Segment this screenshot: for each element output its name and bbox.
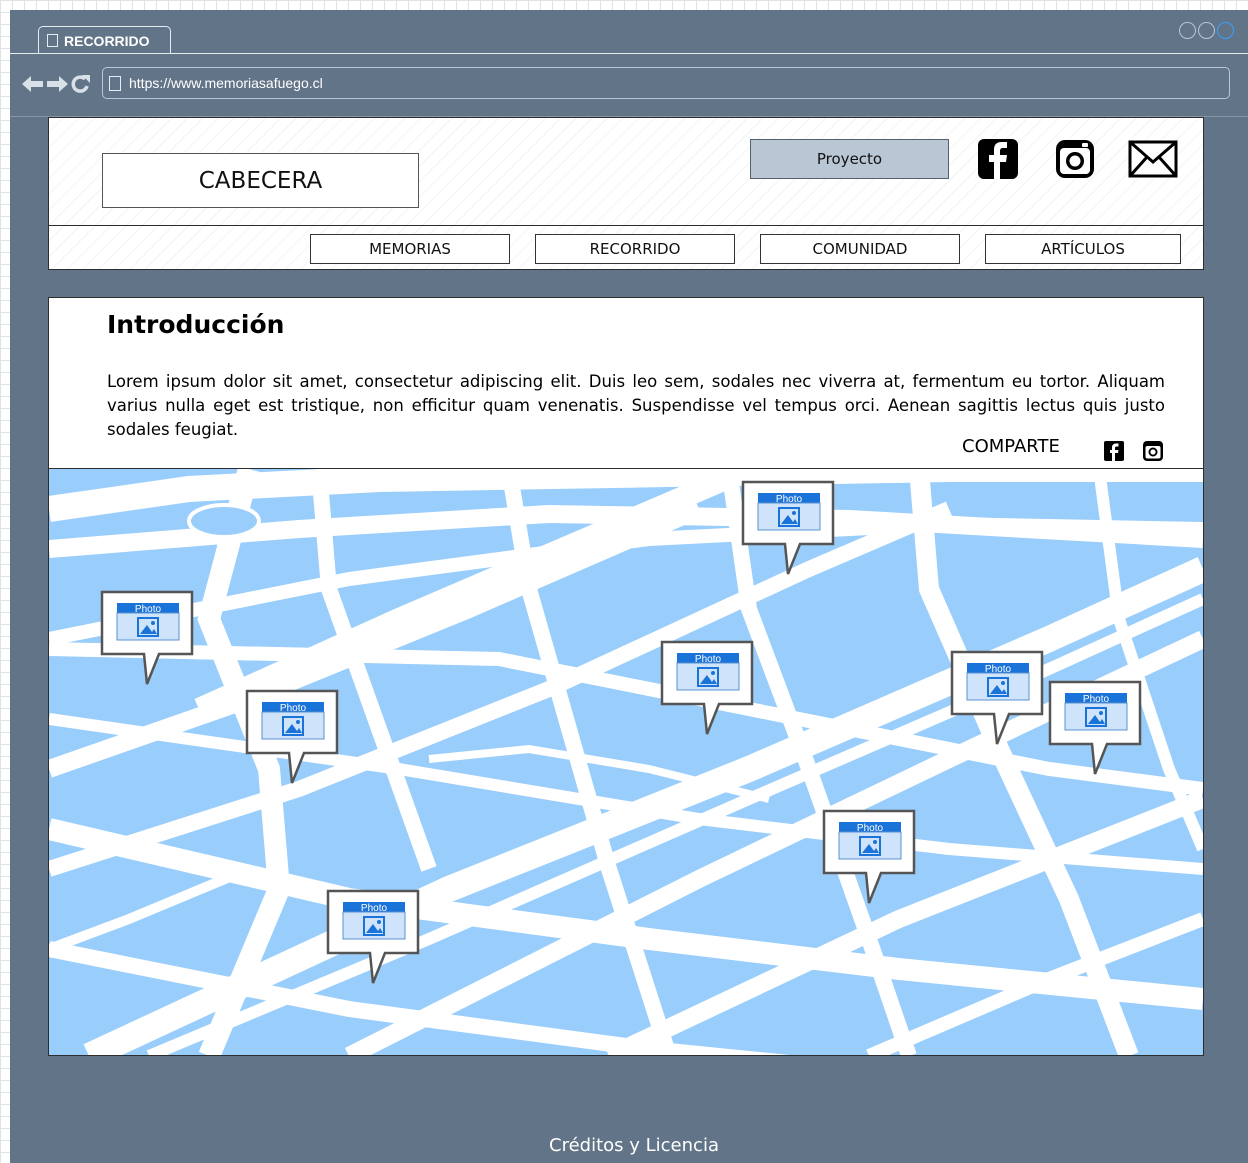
header-logo[interactable]: CABECERA [102, 153, 419, 208]
address-bar[interactable]: https://www.memoriasafuego.cl [102, 67, 1230, 99]
reload-icon[interactable] [70, 74, 92, 94]
instagram-icon[interactable] [1054, 138, 1096, 180]
document-icon [47, 34, 58, 47]
photo-label: Photo [135, 604, 162, 615]
instagram-icon[interactable] [1143, 441, 1163, 461]
share-label: COMPARTE [962, 436, 1060, 457]
tab-strip-line [10, 53, 1248, 54]
window-control-circle[interactable] [1217, 22, 1234, 39]
window-control-circle[interactable] [1198, 22, 1215, 39]
nav-memorias[interactable]: MEMORIAS [310, 234, 510, 264]
site-header: CABECERA Proyecto MEMORIAS RECORRIDO COM… [48, 117, 1204, 270]
photo-label: Photo [1083, 694, 1110, 705]
back-arrow-icon[interactable] [22, 75, 44, 93]
facebook-icon[interactable] [977, 138, 1019, 180]
photo-label: Photo [280, 703, 307, 714]
intro-title: Introducción [107, 310, 285, 339]
nav-comunidad[interactable]: COMUNIDAD [760, 234, 960, 264]
route-map[interactable]: Photo Photo Photo Photo Photo Photo Phot… [49, 468, 1203, 1056]
map-roundabout [187, 503, 261, 539]
photo-label: Photo [361, 903, 388, 914]
nav-articulos[interactable]: ARTÍCULOS [985, 234, 1181, 264]
photo-label: Photo [695, 654, 722, 665]
forward-arrow-icon[interactable] [46, 75, 68, 93]
browser-nav-buttons [22, 74, 92, 94]
header-divider [49, 225, 1203, 226]
window-controls [1179, 22, 1234, 39]
intro-text: Lorem ipsum dolor sit amet, consectetur … [107, 372, 1165, 439]
photo-label: Photo [857, 823, 884, 834]
browser-window: RECORRIDO https://www.memoriasafuego.cl … [10, 10, 1248, 1163]
browser-tab[interactable]: RECORRIDO [38, 26, 171, 54]
page-icon [109, 75, 121, 91]
photo-label: Photo [985, 664, 1012, 675]
main-content: Introducción Lorem ipsum dolor sit amet,… [48, 297, 1204, 1056]
facebook-icon[interactable] [1104, 441, 1124, 461]
project-button[interactable]: Proyecto [750, 139, 949, 179]
url-text: https://www.memoriasafuego.cl [129, 75, 323, 91]
nav-recorrido[interactable]: RECORRIDO [535, 234, 735, 264]
mail-icon[interactable] [1128, 138, 1178, 180]
footer-credits[interactable]: Créditos y Licencia [10, 1135, 1248, 1156]
tab-title: RECORRIDO [64, 32, 150, 49]
photo-label: Photo [776, 494, 803, 505]
window-control-circle[interactable] [1179, 22, 1196, 39]
